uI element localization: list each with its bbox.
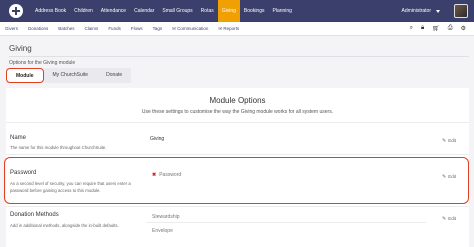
edit-label: Edit bbox=[448, 216, 456, 221]
donation-methods-edit-button[interactable]: ✎ Edit bbox=[442, 216, 456, 222]
settings-tabs: Module My ChurchSuite Donate bbox=[6, 68, 132, 83]
user-menu-label[interactable]: Administrator bbox=[402, 8, 431, 14]
tab-donate[interactable]: Donate bbox=[97, 68, 131, 83]
pencil-icon: ✎ bbox=[442, 216, 447, 222]
donation-methods-title: Donation Methods bbox=[10, 212, 59, 218]
tab-module[interactable]: Module bbox=[6, 68, 44, 83]
donation-methods-description: Add in additional methods, alongside the… bbox=[10, 223, 119, 228]
subnav-communication[interactable]: ✉ Communication bbox=[167, 26, 213, 32]
password-highlight-box bbox=[4, 157, 469, 204]
sub-navigation: Givers Donations Batches Claims Funds Fl… bbox=[0, 22, 474, 36]
pencil-icon: ✎ bbox=[442, 138, 447, 144]
cart-icon[interactable]: 🛒︎ bbox=[432, 25, 440, 32]
nav-rotas[interactable]: Rotas bbox=[197, 0, 218, 22]
subnav-batches[interactable]: Batches bbox=[53, 26, 79, 31]
row-divider bbox=[6, 206, 469, 207]
subnav-funds[interactable]: Funds bbox=[103, 26, 126, 31]
page-title: Giving bbox=[9, 44, 32, 53]
module-options-title: Module Options bbox=[209, 96, 266, 105]
row-divider bbox=[146, 222, 426, 223]
name-edit-button[interactable]: ✎ Edit bbox=[442, 138, 456, 144]
nav-attendance[interactable]: Attendance bbox=[97, 0, 130, 22]
subnav-donations[interactable]: Donations bbox=[23, 26, 53, 31]
subnav-claims[interactable]: Claims bbox=[80, 26, 104, 31]
subnav-flows[interactable]: Flows bbox=[126, 26, 148, 31]
gear-icon[interactable]: ⚙ bbox=[461, 25, 466, 32]
tab-my-churchsuite[interactable]: My ChurchSuite bbox=[44, 68, 98, 83]
row-divider bbox=[6, 122, 469, 123]
nav-bookings[interactable]: Bookings bbox=[240, 0, 269, 22]
lock-icon[interactable]: 🔒︎ bbox=[421, 25, 424, 32]
churchsuite-logo-icon[interactable] bbox=[9, 4, 23, 18]
subnav-givers[interactable]: Givers bbox=[0, 26, 23, 31]
donation-method-item: Envelope bbox=[152, 228, 173, 234]
edit-label: Edit bbox=[448, 138, 456, 143]
page-subtitle: Options for the Giving module bbox=[9, 60, 76, 66]
subnav-reports[interactable]: ✉ Reports bbox=[213, 26, 244, 32]
print-icon[interactable]: ⎙ bbox=[448, 25, 453, 32]
row-divider bbox=[6, 154, 469, 155]
nav-calendar[interactable]: Calendar bbox=[130, 0, 158, 22]
nav-children[interactable]: Children bbox=[70, 0, 97, 22]
module-options-description: Use these settings to customise the way … bbox=[141, 109, 334, 115]
avatar[interactable] bbox=[454, 4, 468, 18]
name-setting-description: The name for this module throughout Chur… bbox=[10, 145, 107, 150]
nav-giving[interactable]: Giving bbox=[217, 0, 240, 22]
top-navigation: Address Book Children Attendance Calenda… bbox=[0, 0, 474, 22]
search-icon[interactable]: ⌕ bbox=[410, 25, 413, 32]
name-setting-value: Giving bbox=[150, 136, 165, 142]
donation-method-item: Stewardship bbox=[152, 214, 180, 220]
nav-address-book[interactable]: Address Book bbox=[31, 0, 70, 22]
divider bbox=[9, 56, 469, 57]
name-setting-title: Name bbox=[10, 135, 27, 141]
nav-small-groups[interactable]: Small Groups bbox=[158, 0, 196, 22]
subnav-tags[interactable]: Tags bbox=[148, 26, 168, 31]
nav-planning[interactable]: Planning bbox=[269, 0, 296, 22]
chevron-down-icon[interactable] bbox=[436, 9, 440, 13]
